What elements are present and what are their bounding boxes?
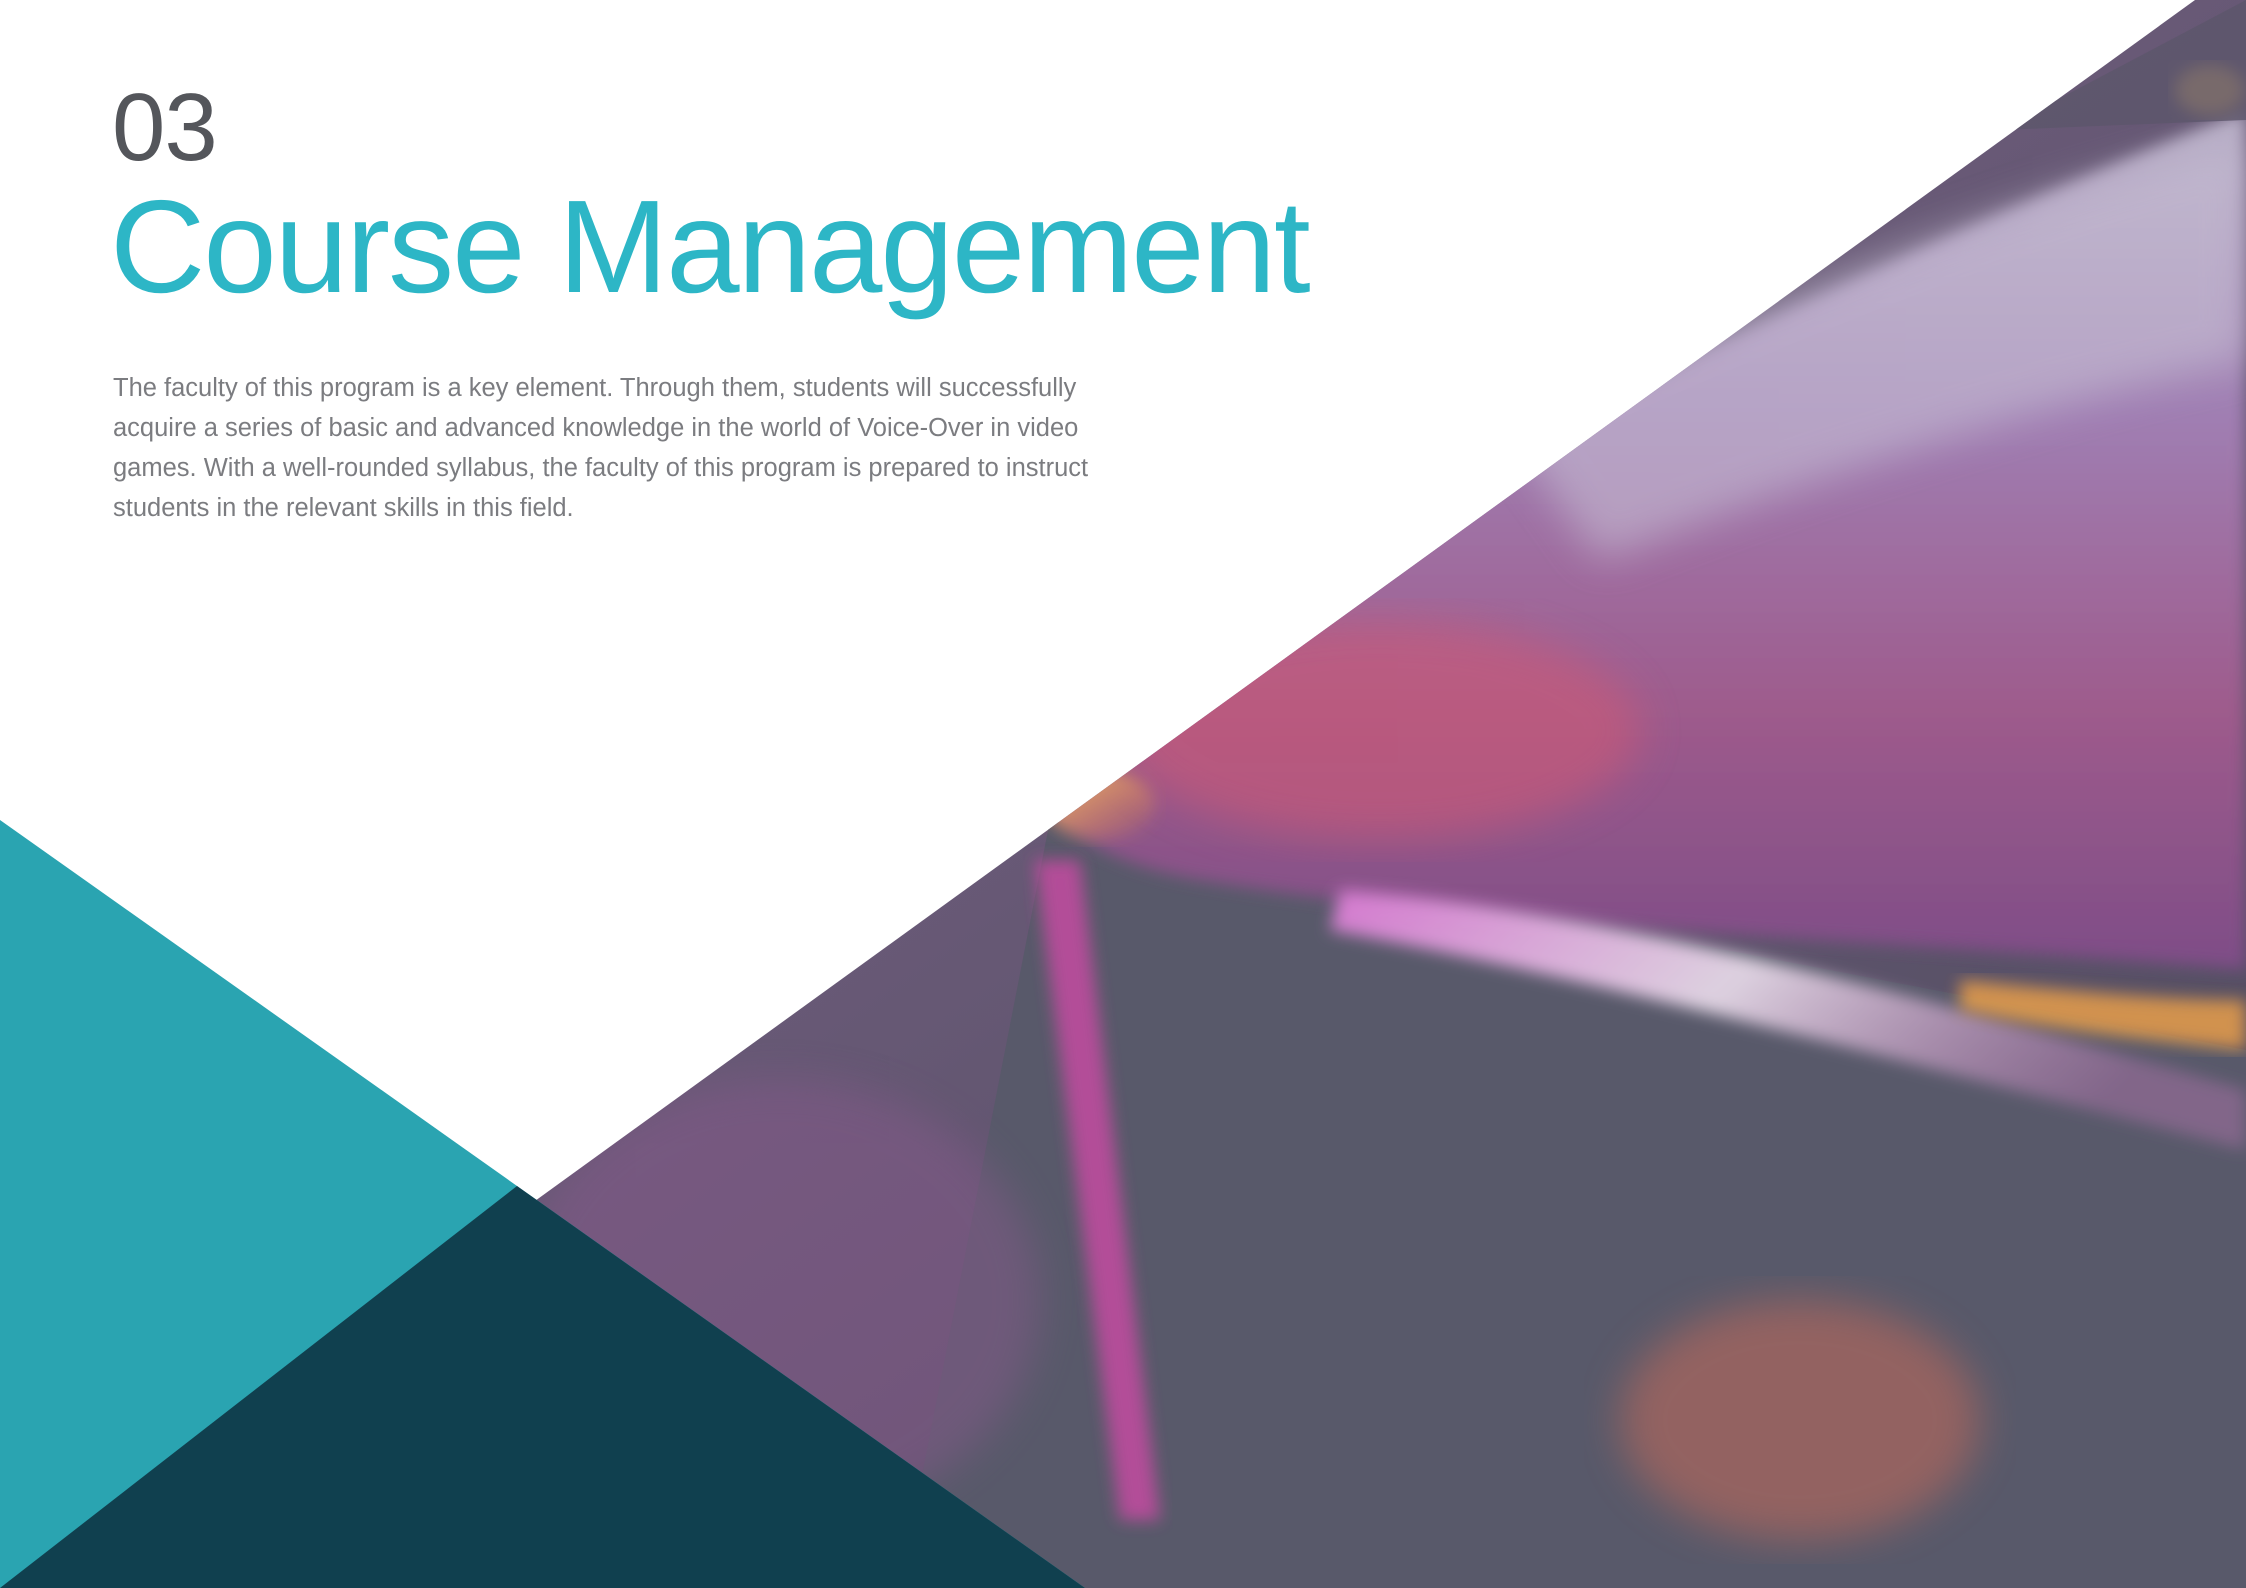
section-description: The faculty of this program is a key ele… xyxy=(113,374,1089,522)
page: 03 Course Management The faculty of this… xyxy=(0,0,2246,1588)
section-number: 03 xyxy=(112,74,218,181)
page-title: Course Management xyxy=(110,173,1311,320)
